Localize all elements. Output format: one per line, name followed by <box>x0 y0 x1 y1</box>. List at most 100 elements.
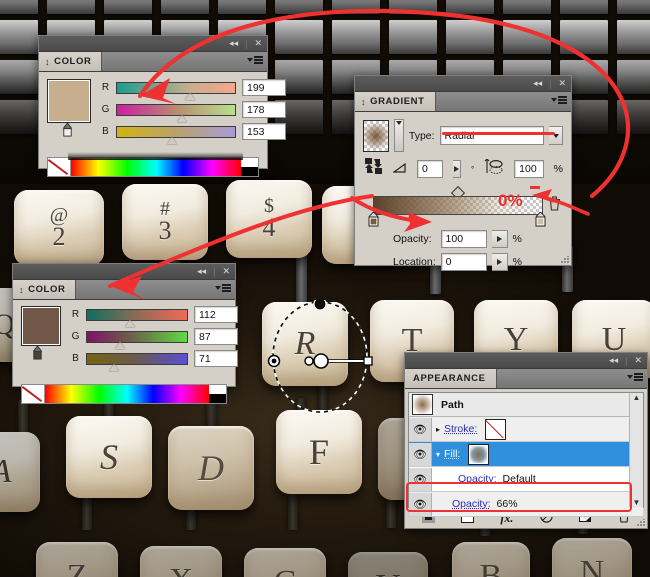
disclosure-triangle-icon[interactable]: ▸ <box>432 425 444 434</box>
keyboard-key-R: R <box>262 302 348 386</box>
none-swatch-icon[interactable] <box>22 385 45 403</box>
gradient-location-stepper[interactable] <box>491 253 508 271</box>
color-panel-top[interactable]: ◂◂ | ✕ ↕ COLOR R 199 G 178 B 153 <box>38 35 286 177</box>
type-label: Type: <box>408 129 435 142</box>
appearance-object-header: Path <box>409 393 643 417</box>
channel-slider-G[interactable] <box>116 103 236 122</box>
channel-value-G[interactable]: 87 <box>194 328 238 345</box>
appearance-panel-tabrow[interactable]: APPEARANCE <box>405 369 647 389</box>
disclosure-triangle-icon[interactable]: ▾ <box>432 450 444 459</box>
gradient-panel-titlebar[interactable]: ◂◂ | ✕ <box>355 76 571 92</box>
gradient-opacity-stepper[interactable] <box>491 230 508 248</box>
gradient-panel-tabrow[interactable]: ↕ GRADIENT <box>355 92 571 112</box>
panel-menu-icon[interactable] <box>551 96 567 104</box>
panel-resize-grip[interactable] <box>637 519 645 527</box>
collapse-to-icons-icon[interactable]: ◂◂ <box>609 356 618 365</box>
trash-icon[interactable] <box>548 196 561 214</box>
channel-row-B[interactable]: B 71 <box>71 350 238 371</box>
fill-gradient-swatch[interactable] <box>468 443 490 465</box>
fill-swatch[interactable] <box>21 306 61 346</box>
stroke-swatch-icon[interactable] <box>31 346 44 361</box>
close-icon[interactable]: ✕ <box>558 79 566 88</box>
gradient-preset-dropdown-icon[interactable] <box>393 119 404 152</box>
appearance-row-label[interactable]: Stroke: <box>444 423 477 435</box>
color-spectrum-bar[interactable] <box>21 384 227 404</box>
channel-slider-G[interactable] <box>86 330 188 349</box>
gradient-angle-stepper[interactable] <box>452 160 461 178</box>
chevron-down-icon[interactable] <box>549 126 563 145</box>
gradient-angle-input[interactable]: 0 <box>417 160 443 178</box>
channel-value-R[interactable]: 112 <box>194 306 238 323</box>
color-spectrum-bar[interactable] <box>47 157 259 177</box>
panel-menu-icon[interactable] <box>215 284 231 292</box>
channel-label: R <box>101 82 110 93</box>
collapse-to-icons-icon[interactable]: ◂◂ <box>229 39 238 48</box>
panel-menu-icon[interactable] <box>247 56 263 64</box>
gradient-panel[interactable]: ◂◂ | ✕ ↕ GRADIENT Type: Radial 0 ° 100 %… <box>354 75 572 271</box>
scroll-down-icon[interactable]: ▼ <box>633 498 641 507</box>
aspect-unit: % <box>553 163 563 175</box>
gradient-type-select[interactable]: Radial <box>439 126 545 145</box>
channel-row-G[interactable]: G 178 <box>101 101 286 122</box>
channel-value-G[interactable]: 178 <box>242 101 286 118</box>
tab-color[interactable]: ↕ COLOR <box>39 52 103 71</box>
zero-percent-annotation: 0% <box>498 191 523 210</box>
channel-value-B[interactable]: 153 <box>242 123 286 140</box>
channel-slider-B[interactable] <box>86 352 188 371</box>
keyboard-key-V: V <box>348 552 428 577</box>
keyboard-key-3: #3 <box>122 184 208 260</box>
color-panel-bottom-titlebar[interactable]: ◂◂ | ✕ <box>13 264 235 280</box>
keyboard-key-N: N <box>552 538 632 577</box>
channel-row-G[interactable]: G 87 <box>71 328 238 349</box>
panel-menu-icon[interactable] <box>627 373 643 381</box>
channel-slider-B[interactable] <box>116 125 236 144</box>
channel-row-R[interactable]: R 112 <box>71 306 238 327</box>
gradient-stop-start[interactable] <box>368 211 379 227</box>
white-black-swatches[interactable] <box>209 385 226 403</box>
appearance-panel-titlebar[interactable]: ◂◂ | ✕ <box>405 353 647 369</box>
keyboard-key-A: A <box>0 432 40 512</box>
close-icon[interactable]: ✕ <box>634 356 642 365</box>
close-icon[interactable]: ✕ <box>222 267 230 276</box>
tab-color[interactable]: ↕ COLOR <box>13 280 77 299</box>
channel-row-B[interactable]: B 153 <box>101 123 286 144</box>
location-label: Location: <box>393 256 436 268</box>
tab-grip-icon: ↕ <box>361 96 367 107</box>
tab-gradient[interactable]: ↕ GRADIENT <box>355 92 436 111</box>
gradient-location-input[interactable]: 0 <box>440 253 487 271</box>
color-panel-bottom-tabrow[interactable]: ↕ COLOR <box>13 280 235 300</box>
scroll-up-icon[interactable]: ▲ <box>633 393 641 402</box>
stroke-swatch-icon[interactable] <box>61 123 74 138</box>
collapse-to-icons-icon[interactable]: ◂◂ <box>533 79 542 88</box>
white-black-swatches[interactable] <box>241 158 258 176</box>
channel-slider-R[interactable] <box>116 81 236 100</box>
channel-value-R[interactable]: 199 <box>242 79 286 96</box>
appearance-object-title: Path <box>441 398 464 411</box>
channel-slider-R[interactable] <box>86 308 188 327</box>
appearance-row-fill[interactable]: 👁 ▾ Fill: <box>409 442 643 467</box>
color-panel-bottom[interactable]: ◂◂ | ✕ ↕ COLOR R 112 G 87 B 71 <box>12 263 238 404</box>
color-panel-top-tabrow[interactable]: ↕ COLOR <box>39 52 267 72</box>
color-panel-top-titlebar[interactable]: ◂◂ | ✕ <box>39 36 267 52</box>
reverse-gradient-icon[interactable] <box>365 158 383 180</box>
appearance-row-label[interactable]: Fill: <box>444 448 460 460</box>
gradient-aspect-input[interactable]: 100 <box>514 160 544 178</box>
fill-swatch[interactable] <box>47 79 91 123</box>
gradient-thumbnail[interactable] <box>363 119 389 152</box>
stroke-none-swatch-icon[interactable] <box>485 418 507 440</box>
close-icon[interactable]: ✕ <box>254 39 262 48</box>
gradient-opacity-input[interactable]: 100 <box>440 230 487 248</box>
tab-appearance[interactable]: APPEARANCE <box>405 369 497 388</box>
channel-value-B[interactable]: 71 <box>194 350 238 367</box>
appearance-row-stroke[interactable]: 👁 ▸ Stroke: <box>409 417 643 442</box>
collapse-to-icons-icon[interactable]: ◂◂ <box>197 267 206 276</box>
gradient-stop-end[interactable] <box>535 211 546 227</box>
eye-icon[interactable]: 👁 <box>409 442 432 466</box>
gradient-slider-track[interactable] <box>363 185 563 227</box>
channel-row-R[interactable]: R 199 <box>101 79 286 100</box>
panel-resize-grip[interactable] <box>561 256 569 264</box>
keyboard-key-Z: Z <box>36 542 118 577</box>
tab-label: COLOR <box>28 284 66 295</box>
eye-icon[interactable]: 👁 <box>409 417 432 441</box>
none-swatch-icon[interactable] <box>48 158 71 176</box>
